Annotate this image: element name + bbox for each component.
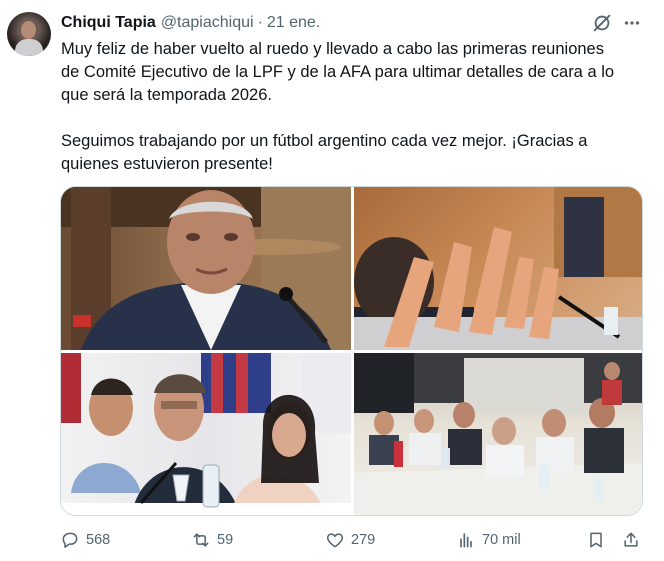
tweet-actions: 568 59 279 70 mil — [58, 528, 648, 552]
repost-count: 59 — [217, 532, 234, 548]
like-button[interactable]: 279 — [325, 528, 375, 552]
bookmark-icon — [590, 532, 602, 548]
bookmark-button[interactable] — [586, 528, 612, 552]
author-handle[interactable]: @tapiachiqui — [161, 14, 254, 32]
tweet-text: Muy feliz de haber vuelto al ruedo y lle… — [61, 38, 651, 176]
media-grid — [60, 186, 643, 516]
avatar-face — [21, 21, 36, 39]
photo-3-illustration — [61, 353, 351, 515]
reply-button[interactable]: 568 — [60, 528, 110, 552]
share-icon — [624, 532, 638, 547]
share-button[interactable] — [621, 528, 647, 552]
tweet: Chiqui Tapia @tapiachiqui · 21 ene. Muy … — [0, 0, 664, 561]
views-count: 70 mil — [482, 532, 521, 548]
photo-3[interactable] — [61, 353, 351, 515]
avatar-body — [15, 39, 43, 56]
repost-icon — [193, 533, 209, 547]
reply-icon — [62, 532, 78, 548]
views-button[interactable]: 70 mil — [456, 528, 521, 552]
avatar[interactable] — [7, 12, 51, 56]
photo-4-illustration — [354, 353, 642, 515]
repost-button[interactable]: 59 — [191, 528, 233, 552]
photo-2[interactable] — [354, 187, 642, 350]
views-chart-icon — [460, 533, 472, 548]
like-count: 279 — [351, 532, 376, 548]
reply-count: 568 — [86, 532, 111, 548]
heart-icon — [326, 533, 344, 548]
tweet-paragraph-2: Seguimos trabajando por un fútbol argent… — [61, 132, 588, 173]
more-options-icon[interactable] — [620, 12, 644, 34]
photo-1[interactable] — [61, 187, 351, 350]
photo-1-illustration — [61, 187, 351, 350]
photo-4[interactable] — [354, 353, 642, 515]
separator-dot: · — [257, 14, 263, 31]
photo-2-illustration — [354, 187, 642, 350]
grok-icon[interactable] — [591, 12, 613, 34]
tweet-date[interactable]: 21 ene. — [267, 14, 320, 32]
author-name[interactable]: Chiqui Tapia — [61, 14, 156, 32]
tweet-paragraph-1: Muy feliz de haber vuelto al ruedo y lle… — [61, 40, 615, 104]
tweet-header: Chiqui Tapia @tapiachiqui · 21 ene. — [61, 12, 320, 34]
